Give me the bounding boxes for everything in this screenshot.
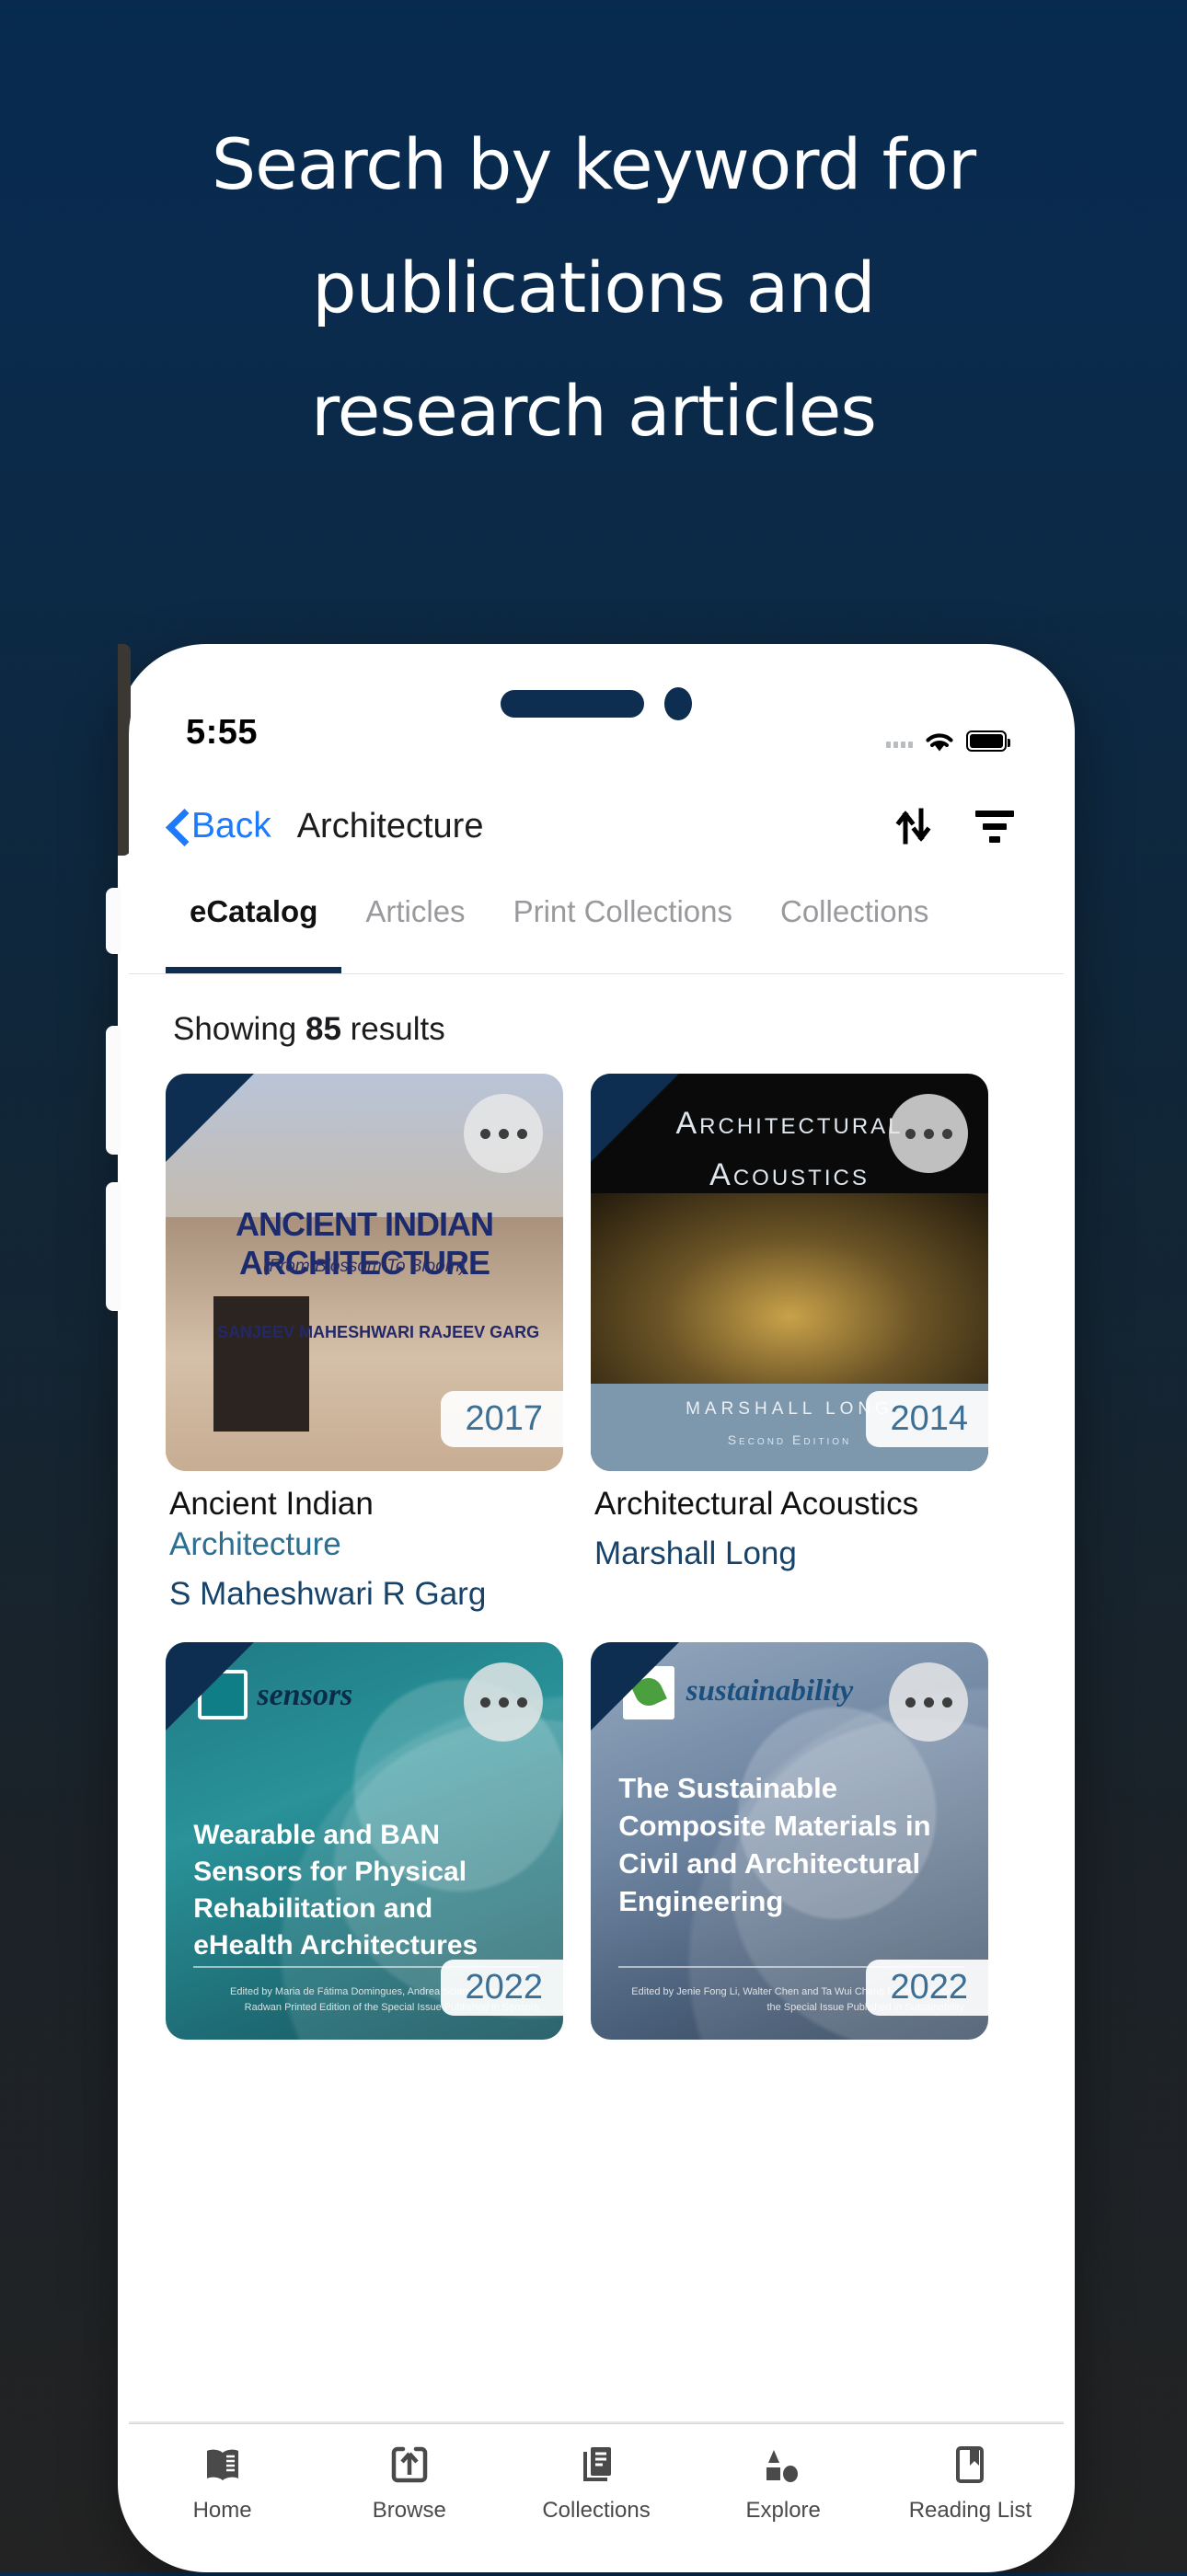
corner-ribbon-icon <box>591 1074 679 1162</box>
cover-title-line: Wearable and BAN Sensors for Physical Re… <box>193 1820 478 1961</box>
sort-arrows-icon[interactable] <box>893 805 935 847</box>
result-card[interactable]: Architectural Acoustics MARSHALL LONG Se… <box>591 1074 988 1615</box>
volume-up-button[interactable] <box>106 1026 121 1155</box>
phone-frame: 5:55 Back Architecture eCatalog Articles… <box>106 644 1075 2572</box>
phone-screen: 5:55 Back Architecture eCatalog Articles… <box>129 655 1064 2561</box>
dynamic-island <box>458 679 734 729</box>
cover-title-line: The Sustainable Composite Materials in C… <box>618 1772 931 1918</box>
bookmark-icon <box>946 2441 994 2489</box>
results-count: 85 <box>305 1011 341 1047</box>
promo-headline: Search by keyword for publications and r… <box>0 103 1187 473</box>
publication-year-badge: 2022 <box>866 1960 988 2016</box>
wifi-icon <box>924 729 955 753</box>
book-cover[interactable]: sustainability The Sustainable Composite… <box>591 1642 988 2040</box>
results-count-label: Showing 85 results <box>129 974 1064 1048</box>
book-cover[interactable]: Architectural Acoustics MARSHALL LONG Se… <box>591 1074 988 1471</box>
book-title: Ancient Indian Architecture <box>169 1484 559 1565</box>
book-title: Architectural Acoustics <box>594 1484 985 1524</box>
book-title-highlight: Architecture <box>169 1526 341 1562</box>
stacked-documents-icon <box>572 2441 620 2489</box>
battery-full-icon <box>966 730 1010 752</box>
tab-ecatalog[interactable]: eCatalog <box>166 887 342 973</box>
showing-suffix: results <box>340 1011 445 1047</box>
chevron-left-icon <box>167 811 186 842</box>
book-author: Marshall Long <box>594 1535 797 1571</box>
headline-line-1: Search by keyword for <box>211 123 976 205</box>
book-title-plain: Ancient Indian <box>169 1486 374 1522</box>
tab-print-collections[interactable]: Print Collections <box>490 887 756 973</box>
tabbar-label: Explore <box>745 2498 821 2523</box>
navigation-bar: Back Architecture <box>129 765 1064 887</box>
filter-lines-icon[interactable] <box>974 805 1016 847</box>
publication-year-badge: 2014 <box>866 1391 988 1447</box>
tabbar-item-collections[interactable]: Collections <box>502 2441 689 2524</box>
tabbar-item-reading-list[interactable]: Reading List <box>877 2441 1064 2524</box>
back-button-label: Back <box>191 806 271 845</box>
results-content[interactable]: Showing 85 results ANCIENT INDIAN ARCHIT… <box>129 974 1064 2561</box>
book-cover[interactable]: sensors Wearable and BAN Sensors for Phy… <box>166 1642 563 2040</box>
volume-down-button[interactable] <box>106 1182 121 1311</box>
more-options-icon[interactable] <box>464 1094 543 1173</box>
shapes-icon <box>759 2441 807 2489</box>
silent-switch-button[interactable] <box>106 888 121 954</box>
result-card[interactable]: sustainability The Sustainable Composite… <box>591 1642 988 2040</box>
corner-ribbon-icon <box>166 1074 254 1162</box>
front-camera-icon <box>664 687 692 720</box>
book-author: S Maheshwari R Garg <box>169 1576 487 1612</box>
cover-journal-name: sustainability <box>686 1673 854 1708</box>
phone-upload-icon <box>386 2441 433 2489</box>
signal-dots-icon <box>886 733 913 748</box>
tabbar-item-home[interactable]: Home <box>129 2441 316 2524</box>
cover-subtitle-line: (From Blossom To Bloom) <box>263 1256 466 1276</box>
more-options-icon[interactable] <box>464 1662 543 1742</box>
more-options-icon[interactable] <box>889 1662 968 1742</box>
headline-line-3: research articles <box>311 370 877 452</box>
cover-author-line: SANJEEV MAHESHWARI RAJEEV GARG <box>217 1322 540 1341</box>
tabbar-item-browse[interactable]: Browse <box>316 2441 502 2524</box>
open-book-icon <box>199 2441 247 2489</box>
corner-ribbon-icon <box>591 1642 679 1731</box>
tab-articles[interactable]: Articles <box>341 887 489 973</box>
corner-ribbon-icon <box>166 1642 254 1731</box>
book-cover[interactable]: ANCIENT INDIAN ARCHITECTURE (From Blosso… <box>166 1074 563 1471</box>
book-title-plain: Architectural Acoustics <box>594 1486 919 1522</box>
more-options-icon[interactable] <box>889 1094 968 1173</box>
back-button[interactable]: Back <box>167 806 271 846</box>
page-title: Architecture <box>296 806 484 845</box>
result-card[interactable]: ANCIENT INDIAN ARCHITECTURE (From Blosso… <box>166 1074 563 1615</box>
bottom-tab-bar: Home Browse Collections Explore Reading … <box>129 2423 1064 2561</box>
cover-journal-name: sensors <box>257 1677 353 1712</box>
showing-prefix: Showing <box>173 1011 305 1047</box>
category-tabs: eCatalog Articles Print Collections Coll… <box>129 887 1064 974</box>
status-clock: 5:55 <box>186 713 259 752</box>
phone-mockup: 5:55 Back Architecture eCatalog Articles… <box>87 644 1100 2576</box>
headline-line-2: publications and <box>312 247 876 328</box>
publication-year-badge: 2017 <box>441 1391 563 1447</box>
tabbar-label: Reading List <box>908 2498 1032 2523</box>
tabbar-item-explore[interactable]: Explore <box>690 2441 877 2524</box>
result-card[interactable]: sensors Wearable and BAN Sensors for Phy… <box>166 1642 563 2040</box>
tabbar-label: Collections <box>542 2498 651 2523</box>
publication-year-badge: 2022 <box>441 1960 563 2016</box>
speaker-pill-icon <box>501 690 644 718</box>
tab-collections[interactable]: Collections <box>756 887 952 973</box>
results-grid: ANCIENT INDIAN ARCHITECTURE (From Blosso… <box>129 1048 1064 2040</box>
tabbar-label: Home <box>192 2498 252 2523</box>
tabbar-label: Browse <box>372 2498 446 2523</box>
